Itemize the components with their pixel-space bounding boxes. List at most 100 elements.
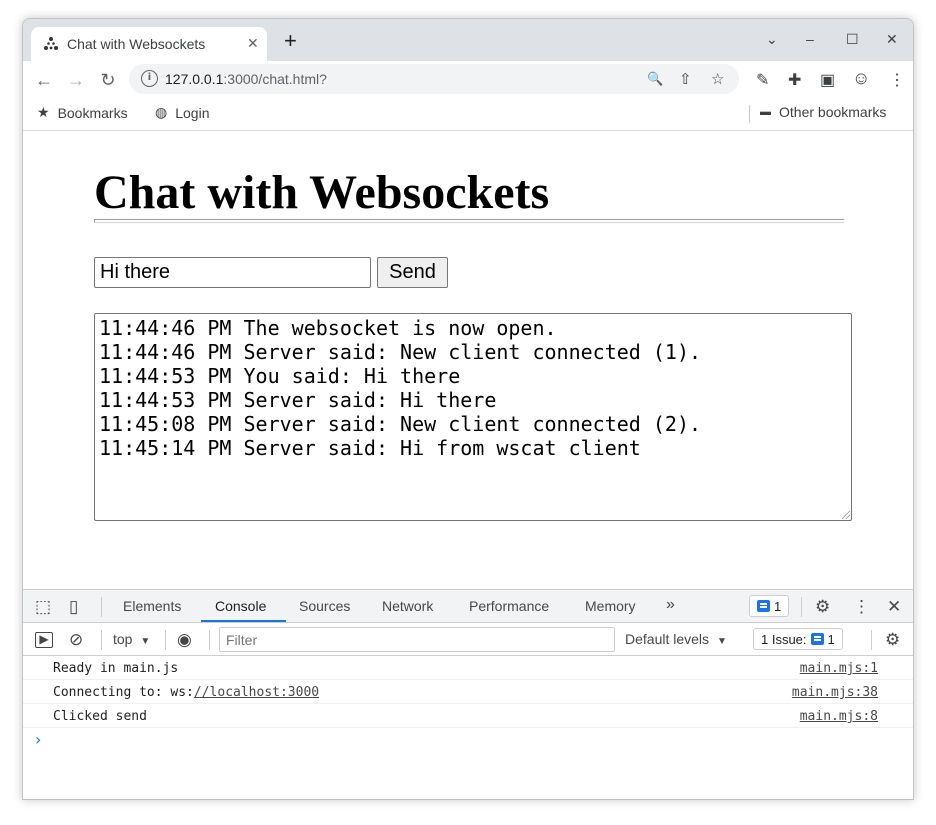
bookmark-login[interactable]: ◍ Login (155, 104, 209, 121)
log-line: 11:44:46 PM The websocket is now open. (99, 316, 557, 340)
console-output: Ready in main.js main.mjs:1 Connecting t… (23, 656, 913, 749)
devtools-menu-icon[interactable]: ⋮ (853, 597, 870, 617)
toolbar-separator (209, 630, 210, 650)
log-line: 11:44:46 PM Server said: New client conn… (99, 340, 702, 364)
url-path: :3000/chat.html? (223, 71, 327, 87)
console-url-link[interactable]: //localhost:3000 (194, 685, 319, 700)
side-panel-icon[interactable]: ▣ (820, 70, 835, 90)
message-input[interactable] (94, 257, 371, 288)
tab-elements[interactable]: Elements (123, 598, 181, 614)
other-bookmarks[interactable]: ▬ Other bookmarks (760, 104, 886, 120)
log-line: 11:45:08 PM Server said: New client conn… (99, 412, 702, 436)
console-settings-gear-icon[interactable]: ⚙ (885, 630, 900, 650)
console-filter-input[interactable] (219, 627, 615, 652)
issue-message-icon (810, 633, 824, 645)
forward-icon[interactable]: → (63, 67, 89, 93)
issues-count: 1 (827, 631, 835, 647)
chat-log[interactable]: 11:44:46 PM The websocket is now open. 1… (94, 313, 852, 521)
active-tab-indicator (201, 620, 286, 622)
tab-close-icon[interactable]: ✕ (247, 35, 259, 52)
console-message: Ready in main.js main.mjs:1 (23, 656, 913, 680)
console-message-text: Ready in main.js (53, 661, 179, 676)
url-host: 127.0.0.1 (165, 71, 224, 87)
log-levels-label: Default levels (625, 631, 710, 647)
issues-label: 1 Issue: (761, 631, 807, 647)
console-message-prefix: Connecting to: ws: (53, 685, 194, 700)
log-line: 11:44:53 PM Server said: Hi there (99, 388, 497, 412)
websocket-dots-icon (44, 37, 58, 50)
log-line: 11:45:14 PM Server said: Hi from wscat c… (99, 436, 641, 460)
log-line: 11:44:53 PM You said: Hi there (99, 364, 461, 388)
globe-icon: ◍ (155, 104, 168, 120)
window-close-icon[interactable]: ✕ (886, 31, 898, 48)
toolbar-separator (871, 630, 872, 650)
reload-icon[interactable]: ↻ (95, 67, 121, 93)
profile-avatar-icon[interactable]: ☺ (852, 68, 870, 89)
dropdown-arrow-icon: ▼ (716, 636, 727, 647)
settings-gear-icon[interactable]: ⚙ (815, 597, 830, 617)
console-message-text: Connecting to: ws://localhost:3000 (53, 685, 319, 700)
tab-strip: Chat with Websockets ✕ + ⌄ – ☐ ✕ (23, 19, 913, 61)
url-text[interactable]: 127.0.0.1:3000/chat.html? (165, 71, 327, 87)
tab-memory[interactable]: Memory (585, 598, 636, 614)
folder-icon: ▬ (760, 106, 771, 118)
minimize-icon[interactable]: – (806, 31, 814, 47)
log-levels-dropdown[interactable]: Default levels ▼ (625, 631, 727, 647)
tab-search-chevron-icon[interactable]: ⌄ (766, 31, 778, 48)
new-tab-icon[interactable]: + (284, 30, 297, 52)
context-value: top (113, 631, 133, 647)
messages-count: 1 (774, 598, 782, 614)
issues-badge[interactable]: 1 Issue: 1 (753, 628, 843, 650)
bookmark-star-icon[interactable]: ☆ (711, 70, 724, 88)
messages-badge[interactable]: 1 (749, 595, 790, 617)
dropdown-arrow-icon: ▼ (140, 636, 151, 647)
console-source-link[interactable]: main.mjs:38 (792, 685, 878, 700)
bookmarks-bar: ★ Bookmarks ◍ Login ▬ Other bookmarks (23, 99, 913, 131)
bookmark-label: Bookmarks (57, 104, 128, 121)
console-prompt-icon[interactable]: › (35, 730, 41, 749)
back-icon[interactable]: ← (31, 67, 57, 93)
devtools-panel: ⬚ ▯ Elements Console Sources Network Per… (23, 589, 913, 799)
address-bar[interactable]: i 127.0.0.1:3000/chat.html? 🔍 ⇧ ☆ (129, 64, 739, 94)
console-message: Connecting to: ws://localhost:3000 main.… (23, 680, 913, 704)
message-icon (757, 600, 770, 612)
device-toolbar-icon[interactable]: ▯ (69, 597, 78, 617)
toolbar-separator (801, 597, 802, 617)
extensions-icon[interactable]: ✚ (788, 70, 801, 90)
console-filter-bar: ▶ ⊘ top ▼ ◉ Default levels ▼ 1 Issue: 1 … (23, 623, 913, 656)
page-title: Chat with Websockets (94, 166, 550, 219)
maximize-icon[interactable]: ☐ (846, 31, 859, 48)
tab-sources[interactable]: Sources (299, 598, 350, 614)
bookmark-bookmarks[interactable]: ★ Bookmarks (37, 104, 128, 121)
devtools-tab-bar: ⬚ ▯ Elements Console Sources Network Per… (23, 590, 913, 623)
browser-toolbar: ← → ↻ i 127.0.0.1:3000/chat.html? 🔍 ⇧ ☆ … (23, 61, 913, 99)
tab-performance[interactable]: Performance (469, 598, 549, 614)
heading-divider (94, 219, 844, 223)
console-message-text: Clicked send (53, 709, 147, 724)
browser-menu-icon[interactable]: ⋮ (889, 70, 905, 90)
devtools-close-icon[interactable]: ✕ (887, 597, 901, 617)
page-content: Chat with Websockets Send 11:44:46 PM Th… (23, 131, 913, 589)
bookmarks-divider (749, 105, 750, 123)
bookmark-label: Login (175, 104, 210, 121)
console-message: Clicked send main.mjs:8 (23, 704, 913, 728)
share-icon[interactable]: ⇧ (679, 70, 692, 88)
context-selector[interactable]: top ▼ (113, 631, 150, 647)
eyedropper-icon[interactable]: ✎ (756, 70, 769, 90)
console-source-link[interactable]: main.mjs:1 (800, 661, 878, 676)
star-icon: ★ (37, 104, 50, 120)
live-expression-eye-icon[interactable]: ◉ (177, 630, 192, 650)
send-button[interactable]: Send (377, 257, 448, 288)
site-info-icon[interactable]: i (141, 70, 158, 87)
more-tabs-icon[interactable]: » (666, 596, 675, 614)
toolbar-separator (101, 597, 102, 617)
browser-tab[interactable]: Chat with Websockets ✕ (31, 27, 267, 61)
inspect-element-icon[interactable]: ⬚ (35, 597, 51, 617)
show-sidebar-icon[interactable]: ▶ (35, 632, 53, 648)
resize-handle[interactable] (842, 511, 850, 519)
console-source-link[interactable]: main.mjs:8 (800, 709, 878, 724)
clear-console-icon[interactable]: ⊘ (69, 630, 83, 650)
zoom-icon[interactable]: 🔍 (647, 71, 663, 87)
tab-network[interactable]: Network (382, 598, 433, 614)
tab-console[interactable]: Console (215, 598, 266, 614)
